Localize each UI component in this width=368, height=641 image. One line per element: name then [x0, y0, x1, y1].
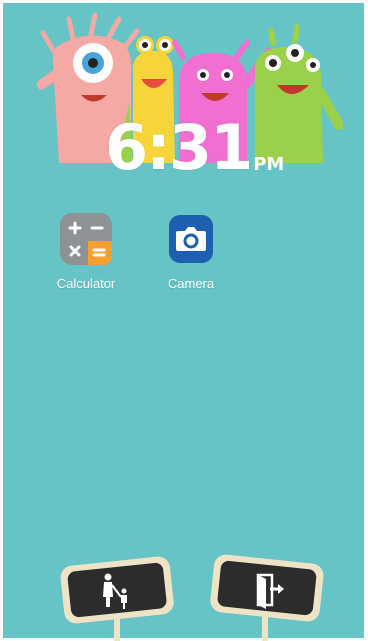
app-camera[interactable]: Camera [151, 211, 231, 291]
app-label-calculator: Calculator [56, 276, 116, 291]
parental-control-sign-button[interactable] [58, 553, 176, 641]
clock: 6:31 PM [105, 99, 284, 179]
clock-time: 6:31 [105, 111, 253, 184]
kids-mode-home-screen: 6:31 PM Calculator Camera [0, 0, 368, 641]
exit-kids-mode-sign-button[interactable] [208, 551, 326, 641]
clock-ampm: PM [253, 154, 285, 175]
app-calculator[interactable]: Calculator [46, 211, 126, 291]
app-label-camera: Camera [167, 276, 215, 291]
calculator-icon [60, 213, 112, 265]
camera-icon [169, 215, 213, 263]
